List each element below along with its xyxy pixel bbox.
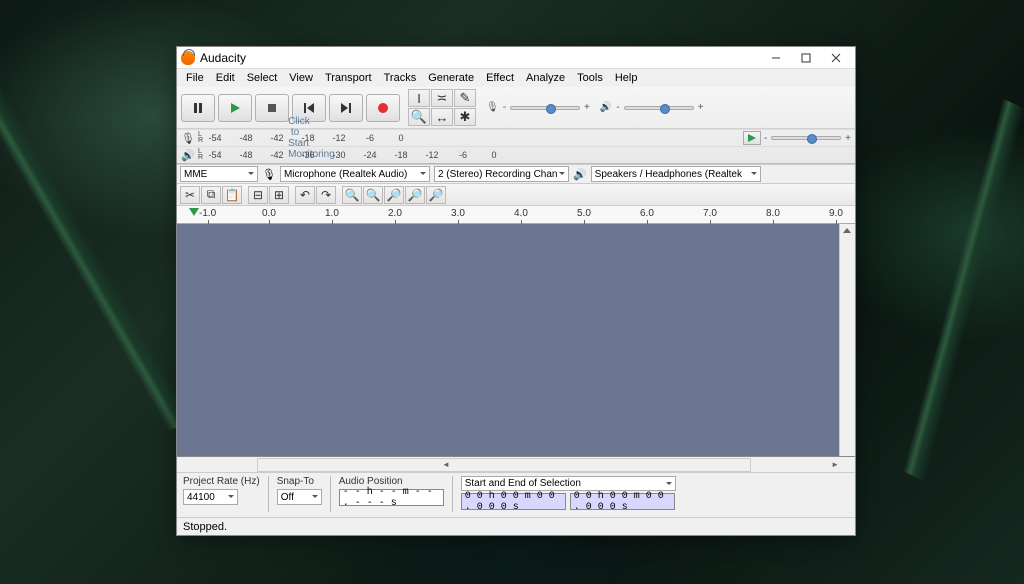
recording-volume-slider[interactable]: 🎙 - + (486, 102, 590, 113)
menu-transport[interactable]: Transport (319, 70, 378, 86)
mic-icon: 🎙 (262, 168, 276, 181)
recording-device-combo[interactable]: Microphone (Realtek Audio) (280, 166, 430, 182)
record-button[interactable] (366, 94, 400, 122)
speaker-icon: 🔊 (573, 168, 587, 181)
play-volume-track[interactable] (624, 106, 694, 110)
copy-icon[interactable]: ⧉ (201, 186, 221, 204)
play-at-speed-button[interactable] (743, 131, 761, 145)
audacity-window: Audacity File Edit Select View Transport… (176, 46, 856, 536)
audio-position-label: Audio Position (339, 476, 444, 487)
playback-volume-slider[interactable]: 🔊 - + (600, 102, 704, 113)
multi-tool-icon[interactable]: ✱ (454, 108, 476, 126)
recording-meter[interactable]: 🎙 LR -54 -48 -42 Click to Start Monitori… (177, 129, 855, 146)
lr-label: LR (198, 132, 203, 144)
menu-tools[interactable]: Tools (571, 70, 609, 86)
play-speed-slider[interactable]: - + (764, 133, 851, 144)
rec-volume-track[interactable] (510, 106, 580, 110)
snap-to-label: Snap-To (277, 476, 322, 487)
zoom-in-icon[interactable]: 🔍 (342, 186, 362, 204)
cut-icon[interactable]: ✂ (180, 186, 200, 204)
menu-bar: File Edit Select View Transport Tracks G… (177, 69, 855, 87)
edit-toolbar: ✂ ⧉ 📋 ⊟ ⊞ ↶ ↷ 🔍 🔍 🔎 🔎 🔎 (177, 184, 855, 206)
toolbar-area: I ≍ ✎ 🔍 ↔ ✱ 🎙 - + 🔊 - + 🎙 (177, 87, 855, 164)
snap-to-combo[interactable]: Off (277, 489, 322, 505)
lr-label: LR (198, 149, 203, 161)
redo-icon[interactable]: ↷ (316, 186, 336, 204)
transport-toolbar-row: I ≍ ✎ 🔍 ↔ ✱ 🎙 - + 🔊 - + (177, 87, 855, 129)
audio-host-combo[interactable]: MME (180, 166, 258, 182)
selection-format-combo[interactable]: Start and End of Selection (461, 476, 676, 491)
app-icon (181, 51, 195, 65)
menu-analyze[interactable]: Analyze (520, 70, 571, 86)
menu-edit[interactable]: Edit (210, 70, 241, 86)
pause-button[interactable] (181, 94, 215, 122)
menu-effect[interactable]: Effect (480, 70, 520, 86)
selection-start-input[interactable]: 0 0 h 0 0 m 0 0 . 0 0 0 s (461, 493, 566, 510)
project-rate-combo[interactable]: 44100 (183, 489, 238, 505)
audio-position-group: Audio Position - - h - - m - - . - - - s (339, 476, 444, 506)
zoom-toggle-icon[interactable]: 🔎 (426, 186, 446, 204)
minimize-button[interactable] (761, 48, 791, 68)
menu-generate[interactable]: Generate (422, 70, 480, 86)
silence-icon[interactable]: ⊞ (269, 186, 289, 204)
menu-select[interactable]: Select (241, 70, 284, 86)
snap-to-group: Snap-To Off (277, 476, 322, 505)
mic-icon: 🎙 (181, 132, 195, 145)
speed-track[interactable] (771, 136, 841, 140)
stop-button[interactable] (255, 94, 289, 122)
status-bar: Stopped. (177, 517, 855, 535)
menu-help[interactable]: Help (609, 70, 644, 86)
title-bar: Audacity (177, 47, 855, 69)
playhead-marker-icon[interactable] (189, 208, 199, 221)
vertical-scrollbar[interactable] (839, 224, 855, 456)
status-text: Stopped. (183, 521, 227, 533)
selection-toolbar: Project Rate (Hz) 44100 Snap-To Off Audi… (177, 473, 855, 517)
speaker-icon: 🔊 (181, 149, 195, 162)
play-meter-scale: -54 -48 -42 -36 -30 -24 -18 -12 -6 0 (208, 150, 851, 160)
play-button[interactable] (218, 94, 252, 122)
selection-range-group: Start and End of Selection 0 0 h 0 0 m 0… (461, 476, 676, 510)
tools-toolbar: I ≍ ✎ 🔍 ↔ ✱ (408, 89, 476, 126)
draw-tool-icon[interactable]: ✎ (454, 89, 476, 107)
zoom-sel-icon[interactable]: 🔎 (384, 186, 404, 204)
paste-icon[interactable]: 📋 (222, 186, 242, 204)
audio-position-display[interactable]: - - h - - m - - . - - - s (339, 489, 444, 506)
envelope-tool-icon[interactable]: ≍ (431, 89, 453, 107)
project-rate-group: Project Rate (Hz) 44100 (183, 476, 260, 505)
menu-tracks[interactable]: Tracks (378, 70, 423, 86)
zoom-tool-icon[interactable]: 🔍 (408, 108, 430, 126)
track-area[interactable] (177, 224, 855, 457)
window-title: Audacity (200, 51, 761, 65)
recording-channels-combo[interactable]: 2 (Stereo) Recording Chan (434, 166, 569, 182)
playback-meter[interactable]: 🔊 LR -54 -48 -42 -36 -30 -24 -18 -12 -6 … (177, 146, 855, 163)
mic-icon: 🎙 (486, 102, 499, 113)
selection-tool-icon[interactable]: I (408, 89, 430, 107)
menu-file[interactable]: File (180, 70, 210, 86)
zoom-out-icon[interactable]: 🔍 (363, 186, 383, 204)
horizontal-scrollbar[interactable] (177, 457, 855, 473)
maximize-button[interactable] (791, 48, 821, 68)
trim-icon[interactable]: ⊟ (248, 186, 268, 204)
playback-device-combo[interactable]: Speakers / Headphones (Realtek (591, 166, 761, 182)
speaker-icon: 🔊 (600, 102, 612, 113)
close-button[interactable] (821, 48, 851, 68)
timeline-ruler[interactable]: -1.0 0.0 1.0 2.0 3.0 4.0 5.0 6.0 7.0 8.0… (177, 206, 855, 224)
zoom-fit-icon[interactable]: 🔎 (405, 186, 425, 204)
skip-end-button[interactable] (329, 94, 363, 122)
undo-icon[interactable]: ↶ (295, 186, 315, 204)
project-rate-label: Project Rate (Hz) (183, 476, 260, 487)
timeshift-tool-icon[interactable]: ↔ (431, 108, 453, 126)
selection-end-input[interactable]: 0 0 h 0 0 m 0 0 . 0 0 0 s (570, 493, 675, 510)
menu-view[interactable]: View (283, 70, 319, 86)
rec-meter-scale: -54 -48 -42 Click to Start Monitoring -1… (208, 133, 740, 143)
device-toolbar: MME 🎙 Microphone (Realtek Audio) 2 (Ster… (177, 164, 855, 184)
